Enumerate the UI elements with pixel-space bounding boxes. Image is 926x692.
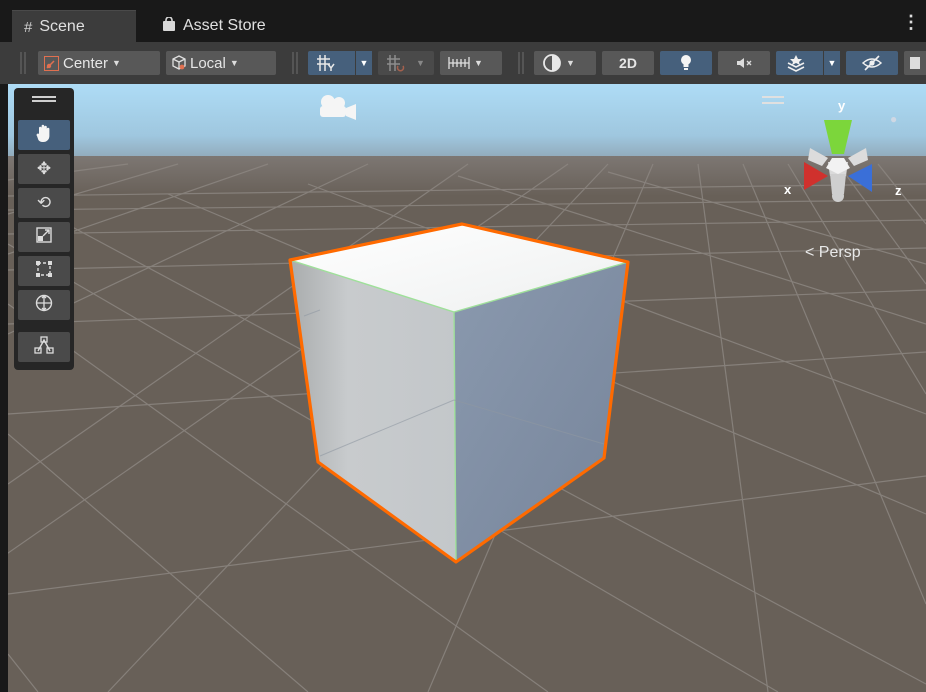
grid-snap-icon — [386, 54, 406, 72]
increment-snapping-dropdown[interactable]: ▼ — [440, 51, 502, 75]
pivot-mode-dropdown[interactable]: Center ▼ — [38, 51, 160, 75]
lightbulb-icon — [679, 54, 693, 72]
tab-scene-label: Scene — [39, 18, 85, 35]
rect-tool-button[interactable] — [18, 256, 70, 286]
move-tool-button[interactable]: ✥ — [18, 154, 70, 184]
camera-square-icon — [910, 57, 920, 69]
local-cube-icon — [171, 55, 187, 71]
grid-y-icon — [316, 54, 336, 72]
gizmo-menu-icon[interactable] — [762, 96, 784, 104]
camera-settings-button[interactable] — [904, 51, 926, 75]
transform-tool-button[interactable] — [18, 290, 70, 320]
chevron-left-icon: < — [805, 244, 815, 261]
pivot-mode-label: Center — [63, 54, 109, 72]
chevron-down-icon: ▼ — [416, 58, 425, 68]
more-options-icon[interactable]: ⋮ — [902, 13, 920, 31]
gizmo-lock-icon[interactable]: ● — [890, 112, 897, 126]
scene-render — [8, 84, 926, 692]
audio-mute-icon — [735, 55, 753, 71]
tab-asset-store[interactable]: Asset Store — [150, 10, 300, 42]
custom-editor-tool-button[interactable] — [18, 332, 70, 362]
pivot-center-icon — [44, 55, 59, 71]
hand-tool-button[interactable] — [18, 120, 70, 150]
scene-hash-icon: # — [24, 18, 33, 36]
vertex-tool-icon — [34, 335, 54, 359]
tools-overlay: ✥ ⟲ — [14, 88, 74, 370]
chevron-down-icon: ▼ — [566, 58, 575, 68]
hand-icon — [34, 123, 54, 148]
move-arrows-icon: ✥ — [36, 159, 52, 178]
chevron-down-icon[interactable]: ▼ — [823, 51, 840, 75]
y-axis-label: y — [838, 98, 846, 113]
effects-layers-icon — [786, 54, 806, 72]
scene-viewport[interactable] — [8, 84, 926, 692]
x-axis-label: x — [784, 182, 792, 197]
tab-asset-store-label: Asset Store — [183, 17, 266, 34]
chevron-down-icon: ▼ — [474, 58, 483, 68]
overlay-drag-handle-icon[interactable] — [32, 96, 56, 102]
tab-bar: # Scene Asset Store ⋮ — [0, 0, 926, 43]
eye-hidden-icon — [862, 55, 882, 71]
draw-mode-dropdown[interactable]: ▼ — [534, 51, 596, 75]
grid-snapping-toggle[interactable]: ▼ — [378, 51, 434, 75]
transform-icon — [34, 293, 54, 318]
rotate-tool-button[interactable]: ⟲ — [18, 188, 70, 218]
rect-transform-icon — [35, 260, 53, 283]
effects-toggle[interactable]: ▼ — [776, 51, 840, 75]
tab-scene[interactable]: # Scene — [12, 10, 136, 43]
chevron-down-icon[interactable]: ▼ — [355, 51, 372, 75]
2d-mode-toggle[interactable]: 2D — [602, 51, 654, 75]
scale-icon — [35, 226, 53, 249]
z-axis-label: z — [895, 183, 902, 198]
audio-toggle[interactable] — [718, 51, 770, 75]
pivot-rotation-label: Local — [190, 54, 226, 72]
projection-toggle[interactable]: < Persp — [805, 244, 861, 262]
chevron-down-icon: ▼ — [229, 58, 239, 68]
toolbar-grip-icon[interactable] — [292, 52, 298, 74]
shading-sphere-icon — [542, 53, 562, 73]
pivot-rotation-dropdown[interactable]: Local ▼ — [166, 51, 276, 75]
chevron-down-icon: ▼ — [112, 58, 121, 68]
ruler-icon — [448, 55, 470, 71]
scene-visibility-toggle[interactable] — [846, 51, 898, 75]
toolbar-grip-icon[interactable] — [20, 52, 26, 74]
scene-toolbar: Center ▼ Local ▼ ▼ ▼ ▼ ▼ 2D ▼ — [0, 42, 926, 84]
2d-mode-label: 2D — [619, 55, 637, 71]
projection-label: Persp — [818, 244, 861, 261]
rotate-icon: ⟲ — [36, 193, 52, 212]
grid-visibility-toggle[interactable]: ▼ — [308, 51, 372, 75]
shopping-bag-icon — [162, 16, 176, 35]
toolbar-grip-icon[interactable] — [518, 52, 524, 74]
scale-tool-button[interactable] — [18, 222, 70, 252]
lighting-toggle[interactable] — [660, 51, 712, 75]
